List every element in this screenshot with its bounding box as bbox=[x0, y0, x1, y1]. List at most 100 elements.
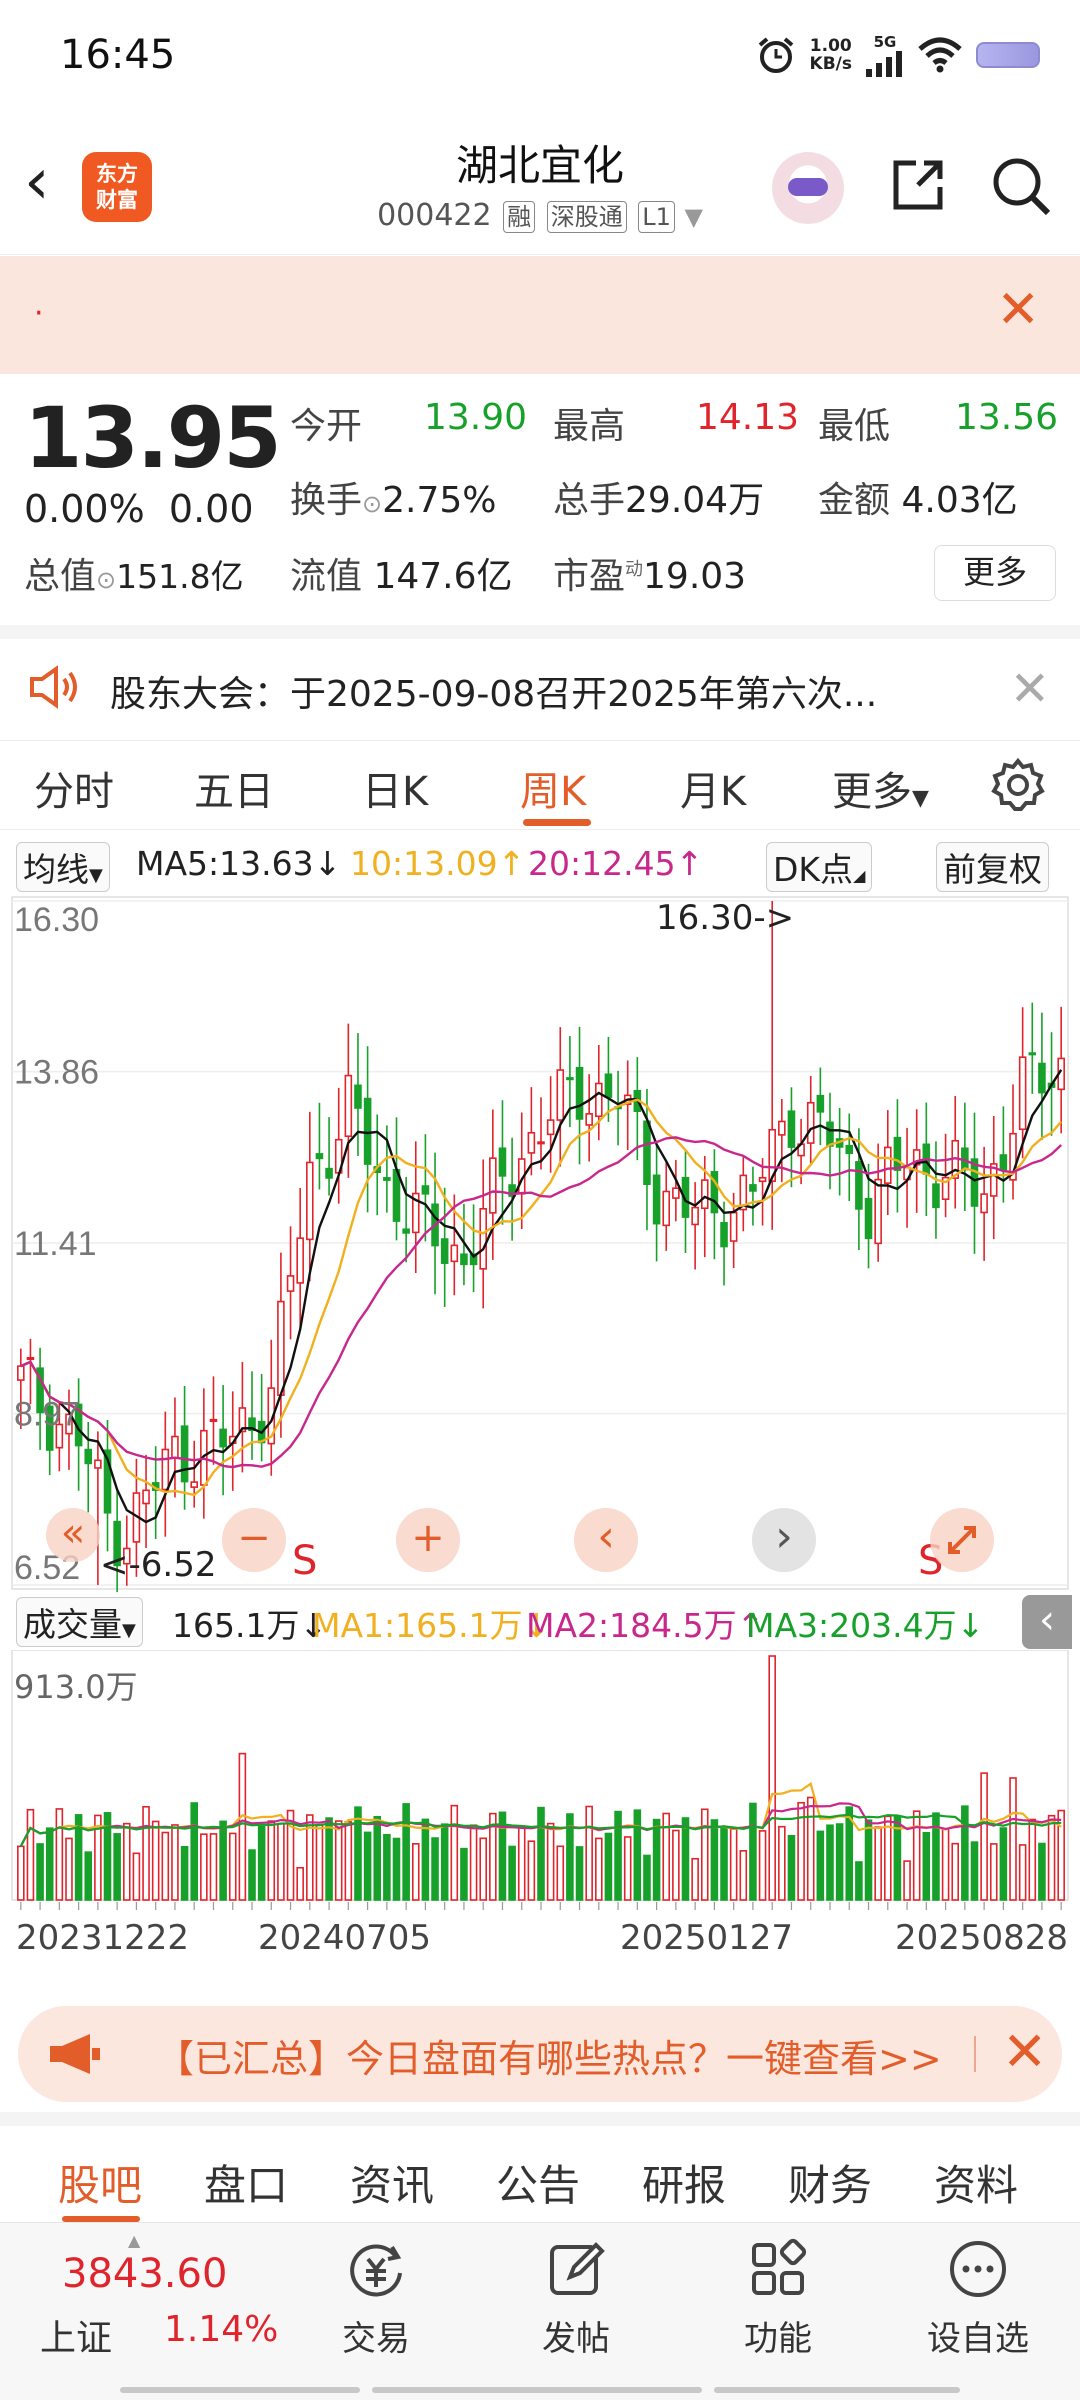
tab-weekly-k[interactable]: 周K bbox=[520, 759, 586, 817]
index-change: 1.14% bbox=[164, 2309, 279, 2350]
volume-selector[interactable]: 成交量▼ bbox=[16, 1597, 143, 1647]
notice-text: 股东大会：于2025-09-08召开2025年第六次... bbox=[110, 674, 878, 715]
nav-trade[interactable]: 交易 bbox=[306, 2237, 446, 2360]
nav-post[interactable]: 发帖 bbox=[506, 2237, 646, 2360]
volume-bar bbox=[575, 1846, 584, 1901]
volume-bar bbox=[864, 1819, 873, 1901]
ma20-value: 20:12.45↑ bbox=[528, 844, 704, 883]
candle-body bbox=[440, 1238, 449, 1264]
volume-bar bbox=[190, 1802, 198, 1901]
caret-up-icon: ▲ bbox=[128, 2231, 141, 2250]
volume-bar bbox=[961, 1805, 969, 1901]
turnover: 换手⊙2.75% bbox=[290, 480, 497, 521]
expand-icon[interactable] bbox=[930, 1508, 994, 1572]
search-icon[interactable] bbox=[990, 155, 1052, 217]
tab-more[interactable]: 更多▼ bbox=[832, 759, 929, 817]
chevron-left-icon[interactable]: ‹ bbox=[1022, 1595, 1072, 1649]
volume-bar bbox=[623, 1836, 632, 1901]
volume-bar bbox=[219, 1820, 227, 1901]
volume-bar bbox=[720, 1826, 728, 1901]
scroll-start-button[interactable]: « bbox=[46, 1508, 100, 1562]
volume-chart[interactable] bbox=[0, 1650, 1080, 1910]
dk-point-button[interactable]: DK点◢ bbox=[766, 842, 873, 892]
zoom-in-button[interactable]: + bbox=[396, 1508, 460, 1572]
volume-bars bbox=[11, 1650, 1069, 1901]
assistant-avatar[interactable] bbox=[772, 152, 844, 224]
candle-body bbox=[932, 1183, 940, 1209]
last-price: 13.95 bbox=[24, 389, 282, 487]
tab-monthly-k[interactable]: 月K bbox=[680, 759, 746, 817]
sell-mark: S bbox=[292, 1538, 318, 1584]
volume-bar bbox=[884, 1815, 892, 1901]
banner-text: · bbox=[34, 296, 44, 331]
tab-announcements[interactable]: 公告 bbox=[496, 2152, 580, 2213]
volume-bar bbox=[142, 1805, 150, 1901]
share-icon[interactable] bbox=[888, 155, 948, 215]
scroll-right-button[interactable]: › bbox=[752, 1508, 816, 1572]
chevron-down-icon: ▼ bbox=[684, 203, 703, 231]
low-label: 最低 bbox=[818, 406, 891, 447]
ma20-line bbox=[20, 1136, 1063, 1469]
nav-functions[interactable]: 功能 bbox=[708, 2237, 848, 2360]
price-tick-label: 8.97 bbox=[14, 1396, 80, 1434]
gear-icon[interactable] bbox=[990, 757, 1046, 813]
volume-value: 165.1万↓ bbox=[172, 1606, 328, 1645]
volume-bar bbox=[999, 1827, 1008, 1901]
volume-bar bbox=[700, 1808, 709, 1901]
close-icon[interactable]: ✕ bbox=[1002, 2020, 1047, 2083]
scroll-left-button[interactable]: ‹ bbox=[574, 1508, 638, 1572]
tab-financials[interactable]: 财务 bbox=[788, 2152, 872, 2213]
tab-orderbook[interactable]: 盘口 bbox=[204, 2152, 288, 2213]
tab-research[interactable]: 研报 bbox=[642, 2152, 726, 2213]
price-tick-label: 16.30 bbox=[14, 901, 99, 939]
volume-bar bbox=[989, 1843, 998, 1901]
volume-bar bbox=[209, 1833, 218, 1901]
tab-daily-k[interactable]: 日K bbox=[362, 759, 428, 817]
close-icon[interactable]: ✕ bbox=[996, 284, 1040, 336]
candle-body bbox=[893, 1136, 902, 1171]
low-value: 13.56 bbox=[955, 397, 1059, 438]
volume-bar bbox=[729, 1828, 738, 1901]
candle-body bbox=[729, 1211, 738, 1242]
speaker-icon bbox=[30, 665, 77, 709]
candle-body bbox=[778, 1120, 786, 1136]
index-value[interactable]: 3843.60 bbox=[62, 2251, 227, 2297]
hot-topics-banner[interactable]: 【已汇总】今日盘面有哪些热点？一键查看>> ✕ bbox=[18, 2006, 1062, 2102]
volume-bar bbox=[383, 1833, 391, 1901]
zoom-out-button[interactable]: − bbox=[222, 1508, 286, 1572]
amount: 金额 4.03亿 bbox=[818, 480, 1018, 521]
trade-icon bbox=[350, 2244, 402, 2297]
adjust-button[interactable]: 前复权 bbox=[936, 842, 1049, 892]
more-button[interactable]: 更多 bbox=[934, 545, 1056, 601]
info-icon: ⊙ bbox=[96, 566, 117, 594]
volume-bar bbox=[411, 1843, 420, 1901]
volume-max-label: 913.0万 bbox=[14, 1668, 138, 1706]
more-icon bbox=[950, 2241, 1006, 2297]
candle-body bbox=[1038, 1062, 1046, 1094]
candle-body bbox=[999, 1154, 1008, 1171]
tab-forum[interactable]: 股吧 bbox=[58, 2152, 142, 2213]
vol-ma1: MA1:165.1万↓ bbox=[312, 1606, 551, 1645]
tab-five-day[interactable]: 五日 bbox=[194, 759, 274, 817]
volume-bar bbox=[903, 1860, 911, 1901]
volume-bar bbox=[325, 1817, 333, 1901]
candle-body bbox=[219, 1428, 227, 1448]
hot-topics-text: 【已汇总】今日盘面有哪些热点？一键查看>> bbox=[156, 2037, 942, 2081]
candle-body bbox=[816, 1094, 825, 1113]
candle-body bbox=[354, 1084, 362, 1109]
nav-add-watchlist[interactable]: 设自选 bbox=[908, 2237, 1048, 2360]
tab-profile[interactable]: 资料 bbox=[934, 2152, 1018, 2213]
volume-bar bbox=[17, 1845, 25, 1901]
notice-bar[interactable]: 股东大会：于2025-09-08召开2025年第六次... ✕ bbox=[0, 625, 1080, 730]
volume-bar bbox=[922, 1831, 931, 1901]
indicator-selector[interactable]: 均线▼ bbox=[16, 842, 110, 892]
info-icon: ⊙ bbox=[362, 490, 383, 518]
net-speed: 1.00 KB/s bbox=[809, 36, 852, 74]
tab-news[interactable]: 资讯 bbox=[350, 2152, 434, 2213]
promo-banner[interactable]: · ✕ bbox=[0, 256, 1080, 374]
kline-chart[interactable]: 16.3013.8611.418.976.52 bbox=[0, 893, 1080, 1593]
tab-intraday[interactable]: 分时 bbox=[34, 759, 114, 817]
home-indicator bbox=[372, 2387, 702, 2393]
volume-bar bbox=[200, 1833, 208, 1901]
close-icon[interactable]: ✕ bbox=[1010, 661, 1050, 717]
